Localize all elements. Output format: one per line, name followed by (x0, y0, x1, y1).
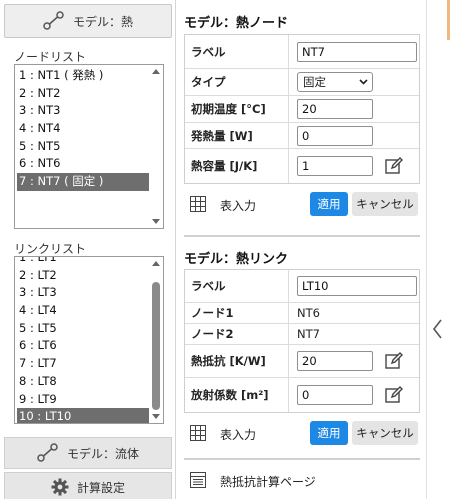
node-type-select[interactable]: 固定 (297, 72, 373, 92)
node-list-scrollbar[interactable] (150, 66, 162, 227)
scroll-down-arrow-icon[interactable] (152, 414, 160, 419)
link-list-item[interactable]: 2 : LT2 (17, 267, 149, 285)
link-table-input-link[interactable]: 表入力 (220, 426, 256, 443)
node-actions: 表入力 適用 キャンセル (184, 191, 420, 219)
mode-thermal-label: モデル：熱 (72, 14, 133, 29)
panel-divider (184, 235, 420, 237)
node-table-input-link[interactable]: 表入力 (220, 197, 256, 214)
node-label-name: ラベル (185, 35, 289, 68)
link-apply-button[interactable]: 適用 (310, 421, 348, 445)
link-listbox[interactable]: 1 : LT1 2 : LT2 3 : LT3 4 : LT4 5 : LT5 … (14, 256, 164, 424)
properties-panel: モデル：熱ノード ラベル NT7 タイプ 固定 初期温度 [°C] 20 発熱量… (176, 0, 426, 499)
left-panel: モデル：熱 ノードリスト 1 : NT1 ( 発熱 ) 2 : NT2 3 : … (0, 0, 176, 499)
document-list-icon (190, 472, 206, 488)
link-properties-table: ラベル LT10 ノード1 NT6 ノード2 NT7 熱抵抗 [K/W] 20 (184, 269, 420, 413)
link-list-item[interactable]: 5 : LT5 (17, 320, 149, 338)
link-actions: 表入力 適用 キャンセル (184, 420, 420, 448)
scroll-up-arrow-icon[interactable] (152, 261, 160, 266)
link-list-item[interactable]: 7 : LT7 (17, 355, 149, 373)
node-list-item[interactable]: 3 : NT3 (17, 102, 149, 120)
table-grid-icon (190, 196, 206, 212)
node-list-item-selected[interactable]: 7 : NT7 ( 固定 ) (17, 173, 149, 191)
node-list-item[interactable]: 4 : NT4 (17, 120, 149, 138)
node-list-item[interactable]: 5 : NT5 (17, 138, 149, 156)
node-temp-name: 初期温度 [°C] (185, 96, 289, 122)
link-model-icon (43, 11, 64, 30)
link-list-item[interactable]: 8 : LT8 (17, 373, 149, 391)
panel-divider (184, 458, 420, 460)
link-list-item-selected[interactable]: 10 : LT10 (17, 408, 149, 423)
node-apply-button[interactable]: 適用 (310, 192, 348, 216)
link-resistance-name: 熱抵抗 [K/W] (185, 345, 289, 377)
node-capacity-row: 熱容量 [J/K] 1 (185, 149, 419, 183)
scroll-down-arrow-icon[interactable] (152, 219, 160, 224)
link-list-label: リンクリスト (14, 242, 87, 256)
node-list-label: ノードリスト (14, 50, 87, 64)
edit-pencil-icon[interactable] (385, 352, 403, 370)
node-heat-input[interactable]: 0 (297, 125, 373, 146)
link-panel-title: モデル：熱リンク (184, 252, 289, 267)
link-list-item[interactable]: 3 : LT3 (17, 284, 149, 302)
link-list-item[interactable]: 1 : LT1 (17, 257, 149, 267)
chevron-left-icon[interactable] (430, 318, 446, 340)
edit-pencil-icon[interactable] (385, 386, 403, 404)
link-node2-name: ノード2 (185, 324, 289, 344)
node-type-name: タイプ (185, 69, 289, 95)
mode-thermal-button[interactable]: モデル：熱 (4, 4, 172, 38)
link-emissivity-name: 放射係数 [m²] (185, 378, 289, 412)
link-list-items: 1 : LT1 2 : LT2 3 : LT3 4 : LT4 5 : LT5 … (17, 257, 149, 423)
scroll-up-arrow-icon[interactable] (152, 69, 160, 74)
node-list-item[interactable]: 1 : NT1 ( 発熱 ) (17, 67, 149, 85)
table-grid-icon (190, 425, 206, 441)
link-resistance-row: 熱抵抗 [K/W] 20 (185, 345, 419, 378)
link-cancel-button[interactable]: キャンセル (352, 421, 418, 445)
node-heat-name: 発熱量 [W] (185, 123, 289, 148)
calc-settings-label: 計算設定 (76, 480, 125, 495)
gear-icon (51, 478, 69, 496)
link-list-item[interactable]: 9 : LT9 (17, 391, 149, 409)
link-model-icon (37, 443, 58, 462)
calc-settings-button[interactable]: 計算設定 (4, 472, 172, 499)
link-list-item[interactable]: 4 : LT4 (17, 302, 149, 320)
node-heat-row: 発熱量 [W] 0 (185, 123, 419, 149)
link-label-name: ラベル (185, 270, 289, 302)
mode-fluid-button[interactable]: モデル：流体 (4, 437, 172, 469)
link-label-row: ラベル LT10 (185, 270, 419, 303)
link-label-input[interactable]: LT10 (297, 276, 417, 296)
link-resistance-input[interactable]: 20 (297, 351, 373, 371)
node-properties-table: ラベル NT7 タイプ 固定 初期温度 [°C] 20 発熱量 [W] 0 熱容… (184, 34, 420, 184)
resistance-calc-page-link[interactable]: 熱抵抗計算ページ (184, 468, 420, 494)
link-node1-name: ノード1 (185, 303, 289, 323)
node-type-value: 固定 (303, 75, 326, 89)
link-emissivity-input[interactable]: 0 (297, 385, 373, 405)
node-cancel-button[interactable]: キャンセル (352, 192, 418, 216)
mode-fluid-label: モデル：流体 (66, 446, 139, 461)
node-label-row: ラベル NT7 (185, 35, 419, 69)
chevron-down-icon (359, 79, 368, 85)
node-list-items: 1 : NT1 ( 発熱 ) 2 : NT2 3 : NT3 4 : NT4 5… (17, 67, 149, 191)
link-node1-row: ノード1 NT6 (185, 303, 419, 324)
link-emissivity-row: 放射係数 [m²] 0 (185, 378, 419, 412)
node-list-item[interactable]: 6 : NT6 (17, 155, 149, 173)
node-capacity-name: 熱容量 [J/K] (185, 149, 289, 183)
link-list-item[interactable]: 6 : LT6 (17, 337, 149, 355)
node-list-item[interactable]: 2 : NT2 (17, 85, 149, 103)
collapse-strip (426, 0, 450, 499)
node-type-row: タイプ 固定 (185, 69, 419, 96)
edit-pencil-icon[interactable] (385, 157, 403, 175)
link-node1-value: NT6 (297, 306, 320, 320)
app-root: モデル：熱 ノードリスト 1 : NT1 ( 発熱 ) 2 : NT2 3 : … (0, 0, 450, 499)
node-temp-row: 初期温度 [°C] 20 (185, 96, 419, 123)
scrollbar-thumb[interactable] (152, 282, 160, 410)
node-panel-title: モデル：熱ノード (184, 16, 289, 31)
link-node2-value: NT7 (297, 327, 320, 341)
node-label-input[interactable]: NT7 (297, 41, 417, 62)
node-temp-input[interactable]: 20 (297, 99, 373, 119)
node-capacity-input[interactable]: 1 (297, 156, 373, 176)
resistance-calc-page-label: 熱抵抗計算ページ (220, 475, 316, 489)
node-listbox[interactable]: 1 : NT1 ( 発熱 ) 2 : NT2 3 : NT3 4 : NT4 5… (14, 64, 164, 229)
link-list-scrollbar[interactable] (150, 258, 162, 422)
link-node2-row: ノード2 NT7 (185, 324, 419, 345)
